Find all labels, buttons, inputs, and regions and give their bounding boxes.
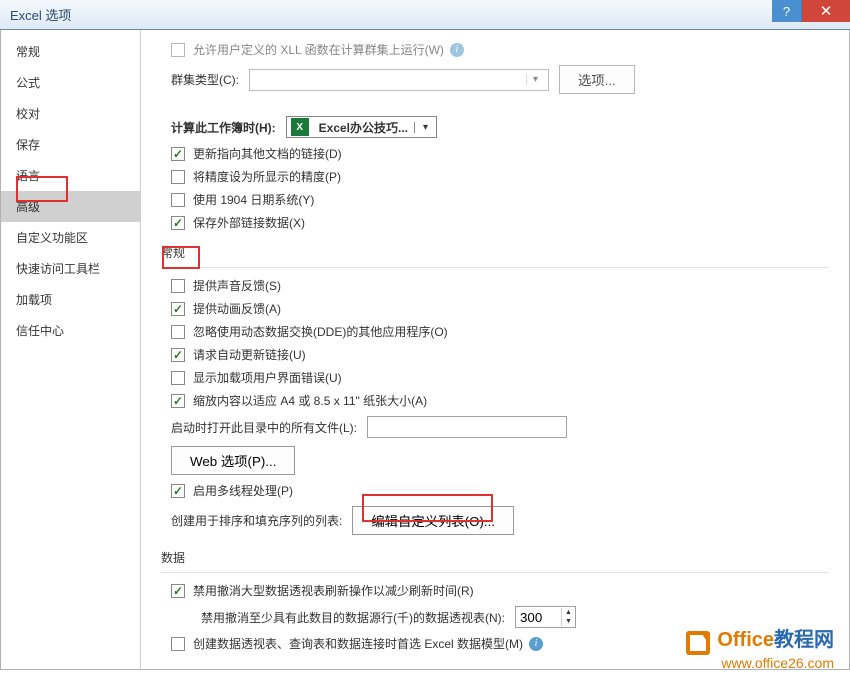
label-addon-ui-errors: 显示加载项用户界面错误(U) (193, 369, 342, 386)
sidebar-item-trust-center[interactable]: 信任中心 (1, 315, 140, 346)
checkbox-date1904[interactable] (171, 193, 185, 207)
row-calc-workbook: 计算此工作簿时(H): X Excel办公技巧... ▾ (161, 98, 829, 142)
sidebar-item-quick-access[interactable]: 快速访问工具栏 (1, 253, 140, 284)
row-ignore-dde: 忽略使用动态数据交换(DDE)的其他应用程序(O) (161, 320, 829, 343)
dialog-body: 常规 公式 校对 保存 语言 高级 自定义功能区 快速访问工具栏 加载项 信任中… (0, 30, 850, 670)
row-anim-feedback: 提供动画反馈(A) (161, 297, 829, 320)
row-date1904: 使用 1904 日期系统(Y) (161, 188, 829, 211)
row-disable-undo-rows: 禁用撤消至少具有此数目的数据源行(千)的数据透视表(N): ▲▼ (161, 602, 829, 632)
sidebar-item-formulas[interactable]: 公式 (1, 67, 140, 98)
checkbox-addon-ui-errors[interactable] (171, 371, 185, 385)
checkbox-scale-a4[interactable] (171, 394, 185, 408)
label-ignore-dde: 忽略使用动态数据交换(DDE)的其他应用程序(O) (193, 323, 448, 340)
checkbox-ignore-dde[interactable] (171, 325, 185, 339)
info-icon[interactable]: i (450, 43, 464, 57)
sidebar-item-save[interactable]: 保存 (1, 129, 140, 160)
close-button[interactable]: ✕ (802, 0, 850, 22)
label-save-ext-links: 保存外部链接数据(X) (193, 214, 305, 231)
section-header-general: 常规 (161, 234, 829, 268)
label-disable-undo-rows: 禁用撤消至少具有此数目的数据源行(千)的数据透视表(N): (201, 609, 505, 626)
checkbox-prefer-excel-model[interactable] (171, 637, 185, 651)
label-scale-a4: 缩放内容以适应 A4 或 8.5 x 11" 纸张大小(A) (193, 392, 427, 409)
checkbox-precision[interactable] (171, 170, 185, 184)
label-custom-list: 创建用于排序和填充序列的列表: (171, 512, 342, 529)
label-allow-xll: 允许用户定义的 XLL 函数在计算群集上运行(W) (193, 41, 444, 58)
window-controls: ? ✕ (772, 0, 850, 22)
checkbox-allow-xll[interactable] (171, 43, 185, 57)
checkbox-multithread[interactable] (171, 484, 185, 498)
row-multithread: 启用多线程处理(P) (161, 479, 829, 502)
chevron-down-icon: ▾ (414, 122, 436, 133)
sidebar-item-general[interactable]: 常规 (1, 36, 140, 67)
cluster-options-button[interactable]: 选项... (559, 65, 635, 94)
chevron-down-icon: ▾ (526, 74, 544, 85)
label-auto-update-links: 请求自动更新链接(U) (193, 346, 306, 363)
workbook-dropdown[interactable]: X Excel办公技巧... ▾ (286, 116, 437, 138)
spin-down-icon[interactable]: ▼ (562, 617, 575, 626)
web-options-button[interactable]: Web 选项(P)... (171, 446, 295, 475)
checkbox-sound-feedback[interactable] (171, 279, 185, 293)
row-allow-xll: 允许用户定义的 XLL 函数在计算群集上运行(W) i (161, 38, 829, 61)
checkbox-anim-feedback[interactable] (171, 302, 185, 316)
label-multithread: 启用多线程处理(P) (193, 482, 293, 499)
info-icon[interactable]: i (529, 637, 543, 651)
label-startup-files: 启动时打开此目录中的所有文件(L): (171, 419, 357, 436)
label-anim-feedback: 提供动画反馈(A) (193, 300, 281, 317)
row-save-ext-links: 保存外部链接数据(X) (161, 211, 829, 234)
input-startup-files[interactable] (367, 416, 567, 438)
titlebar: Excel 选项 ? ✕ (0, 0, 850, 30)
row-cluster-type: 群集类型(C): ▾ 选项... (161, 61, 829, 98)
sidebar-item-proofing[interactable]: 校对 (1, 98, 140, 129)
row-startup-files: 启动时打开此目录中的所有文件(L): (161, 412, 829, 442)
input-rows[interactable] (516, 610, 561, 625)
checkbox-update-links[interactable] (171, 147, 185, 161)
row-prefer-excel-model: 创建数据透视表、查询表和数据连接时首选 Excel 数据模型(M) i (161, 632, 829, 655)
workbook-name: Excel办公技巧... (313, 119, 414, 136)
checkbox-save-ext-links[interactable] (171, 216, 185, 230)
sidebar-item-language[interactable]: 语言 (1, 160, 140, 191)
label-prefer-excel-model: 创建数据透视表、查询表和数据连接时首选 Excel 数据模型(M) (193, 635, 523, 652)
label-cluster-type: 群集类型(C): (171, 71, 239, 88)
row-web-options: Web 选项(P)... (161, 442, 829, 479)
content-pane: 允许用户定义的 XLL 函数在计算群集上运行(W) i 群集类型(C): ▾ 选… (141, 30, 849, 669)
edit-custom-list-button[interactable]: 编辑自定义列表(O)... (352, 506, 514, 535)
sidebar-item-advanced[interactable]: 高级 (1, 191, 140, 222)
row-scale-a4: 缩放内容以适应 A4 或 8.5 x 11" 纸张大小(A) (161, 389, 829, 412)
spin-up-icon[interactable]: ▲ (562, 608, 575, 617)
row-disable-undo-large-pivot: 禁用撤消大型数据透视表刷新操作以减少刷新时间(R) (161, 579, 829, 602)
label-update-links: 更新指向其他文档的链接(D) (193, 145, 342, 162)
row-update-links: 更新指向其他文档的链接(D) (161, 142, 829, 165)
row-sound-feedback: 提供声音反馈(S) (161, 274, 829, 297)
row-precision: 将精度设为所显示的精度(P) (161, 165, 829, 188)
window-title: Excel 选项 (10, 5, 71, 24)
label-calc-workbook: 计算此工作簿时(H): (171, 119, 276, 136)
checkbox-disable-undo-large-pivot[interactable] (171, 584, 185, 598)
checkbox-auto-update-links[interactable] (171, 348, 185, 362)
label-date1904: 使用 1904 日期系统(Y) (193, 191, 314, 208)
label-sound-feedback: 提供声音反馈(S) (193, 277, 281, 294)
row-auto-update-links: 请求自动更新链接(U) (161, 343, 829, 366)
row-custom-list: 创建用于排序和填充序列的列表: 编辑自定义列表(O)... (161, 502, 829, 539)
sidebar: 常规 公式 校对 保存 语言 高级 自定义功能区 快速访问工具栏 加载项 信任中… (1, 30, 141, 669)
label-disable-undo-large-pivot: 禁用撤消大型数据透视表刷新操作以减少刷新时间(R) (193, 582, 474, 599)
sidebar-item-customize-ribbon[interactable]: 自定义功能区 (1, 222, 140, 253)
sidebar-item-addins[interactable]: 加载项 (1, 284, 140, 315)
content-inner: 允许用户定义的 XLL 函数在计算群集上运行(W) i 群集类型(C): ▾ 选… (149, 30, 841, 663)
dropdown-cluster-type[interactable]: ▾ (249, 69, 549, 91)
help-button[interactable]: ? (772, 0, 802, 22)
label-precision: 将精度设为所显示的精度(P) (193, 168, 341, 185)
section-header-data: 数据 (161, 539, 829, 573)
row-addon-ui-errors: 显示加载项用户界面错误(U) (161, 366, 829, 389)
spinner-rows[interactable]: ▲▼ (515, 606, 576, 628)
excel-file-icon: X (291, 118, 309, 136)
spinner-buttons[interactable]: ▲▼ (561, 608, 575, 626)
